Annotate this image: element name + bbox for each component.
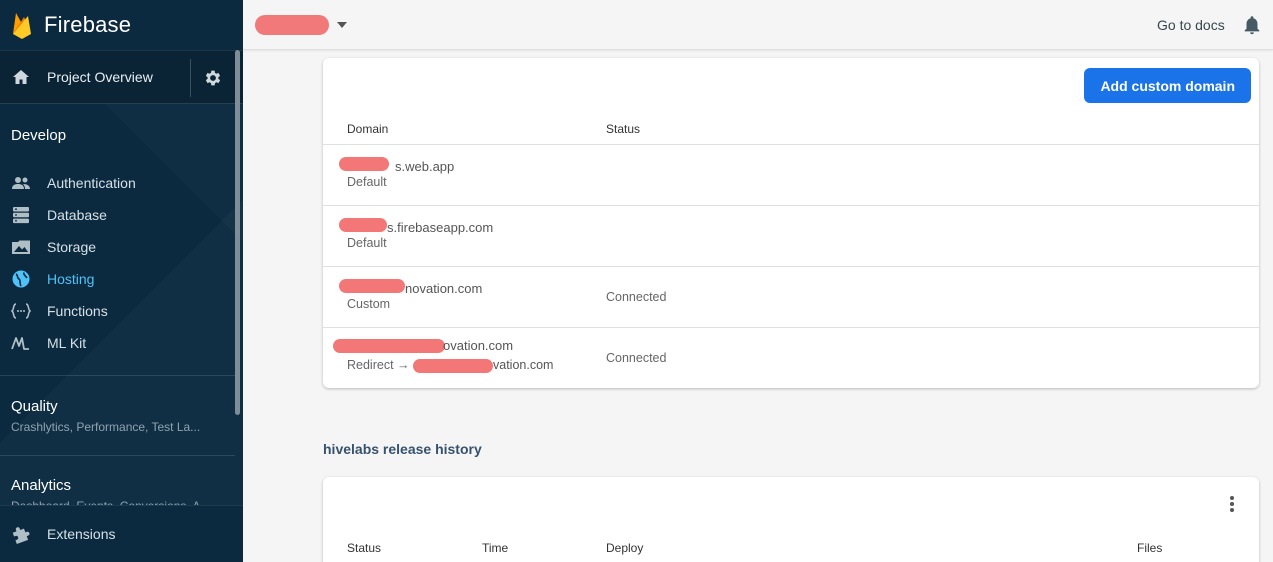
table-row[interactable]: ovation.com Redirect → vation.com Connec… bbox=[323, 328, 1259, 388]
sidebar: Firebase Project Overview Develop Authen… bbox=[0, 0, 243, 562]
redacted-text bbox=[339, 157, 389, 171]
image-icon bbox=[11, 237, 31, 257]
develop-nav-list: Authentication Database Storage Hosting … bbox=[0, 167, 243, 359]
mlkit-icon bbox=[11, 333, 31, 353]
redacted-text bbox=[339, 218, 387, 232]
release-history-title: hivelabs release history bbox=[323, 441, 482, 457]
column-header-time: Time bbox=[482, 541, 509, 555]
domain-type: Default bbox=[347, 175, 387, 189]
column-header-files: Files bbox=[1137, 541, 1163, 555]
release-history-card: Status Time Deploy Files bbox=[323, 477, 1259, 562]
sidebar-item-authentication[interactable]: Authentication bbox=[0, 167, 243, 199]
brand-name: Firebase bbox=[44, 12, 132, 37]
database-icon bbox=[11, 205, 31, 225]
sidebar-item-functions[interactable]: Functions bbox=[0, 295, 243, 327]
domain-name: s.firebaseapp.com bbox=[387, 220, 494, 235]
sidebar-item-ml-kit[interactable]: ML Kit bbox=[0, 327, 243, 359]
domain-status: Connected bbox=[606, 351, 667, 365]
domain-name: ovation.com bbox=[443, 338, 514, 353]
table-row[interactable]: s.web.app Default bbox=[323, 145, 1259, 206]
more-vert-icon[interactable] bbox=[1224, 496, 1240, 516]
project-selector-redacted[interactable] bbox=[255, 15, 329, 35]
domain-name: novation.com bbox=[405, 281, 483, 296]
analytics-title: Analytics bbox=[11, 477, 72, 494]
redirect-target: vation.com bbox=[493, 358, 554, 372]
domain-status: Connected bbox=[606, 290, 667, 304]
project-overview-row[interactable]: Project Overview bbox=[0, 50, 243, 104]
functions-icon bbox=[11, 301, 31, 321]
table-row[interactable]: novation.com Custom Connected bbox=[323, 267, 1259, 328]
redacted-text bbox=[339, 279, 405, 293]
sidebar-item-label: Functions bbox=[47, 303, 108, 319]
table-row[interactable]: s.firebaseapp.com Default bbox=[323, 206, 1259, 267]
people-icon bbox=[11, 173, 31, 193]
column-header-status: Status bbox=[347, 541, 382, 555]
home-icon bbox=[11, 67, 31, 87]
sidebar-divider bbox=[0, 455, 235, 456]
sidebar-divider bbox=[0, 375, 235, 376]
develop-section-title: Develop bbox=[11, 127, 67, 144]
domain-type: Default bbox=[347, 236, 387, 250]
column-header-status: Status bbox=[606, 122, 641, 136]
sidebar-item-label: Database bbox=[47, 207, 107, 223]
extensions-label: Extensions bbox=[47, 526, 116, 542]
sidebar-group-quality[interactable]: Quality Crashlytics, Performance, Test L… bbox=[0, 398, 235, 434]
sidebar-item-database[interactable]: Database bbox=[0, 199, 243, 231]
sidebar-item-label: Hosting bbox=[47, 271, 95, 287]
domain-type: Custom bbox=[347, 297, 391, 311]
redacted-text bbox=[333, 339, 445, 353]
redacted-text bbox=[413, 359, 493, 373]
firebase-logo-icon bbox=[13, 13, 31, 39]
domain-name: s.web.app bbox=[395, 159, 455, 174]
column-header-deploy: Deploy bbox=[606, 541, 644, 555]
domains-card: Add custom domain Domain Status s.web.ap… bbox=[323, 58, 1259, 388]
sidebar-item-hosting[interactable]: Hosting bbox=[0, 263, 243, 295]
top-bar: Go to docs bbox=[243, 0, 1273, 50]
chevron-down-icon[interactable] bbox=[336, 20, 348, 30]
sidebar-item-label: Storage bbox=[47, 239, 97, 255]
sidebar-item-label: Authentication bbox=[47, 175, 136, 191]
column-header-domain: Domain bbox=[347, 122, 389, 136]
add-custom-domain-button[interactable]: Add custom domain bbox=[1084, 68, 1251, 103]
domain-type: Redirect → bbox=[347, 358, 410, 372]
sidebar-item-extensions[interactable]: Extensions bbox=[0, 505, 243, 562]
quality-subtitle: Crashlytics, Performance, Test La... bbox=[11, 420, 201, 434]
settings-gear-icon[interactable] bbox=[203, 68, 223, 88]
sidebar-item-storage[interactable]: Storage bbox=[0, 231, 243, 263]
quality-title: Quality bbox=[11, 398, 58, 415]
globe-icon bbox=[11, 269, 31, 289]
go-to-docs-link[interactable]: Go to docs bbox=[1157, 17, 1225, 33]
notifications-bell-icon[interactable] bbox=[1241, 14, 1263, 36]
project-overview-link[interactable]: Project Overview bbox=[47, 69, 153, 85]
brand-header[interactable]: Firebase bbox=[0, 0, 243, 50]
sidebar-scrollbar[interactable] bbox=[235, 50, 240, 415]
puzzle-icon bbox=[11, 524, 31, 544]
sidebar-item-label: ML Kit bbox=[47, 335, 87, 351]
domains-table-header: Domain Status bbox=[323, 114, 1259, 145]
overview-divider bbox=[190, 59, 191, 97]
